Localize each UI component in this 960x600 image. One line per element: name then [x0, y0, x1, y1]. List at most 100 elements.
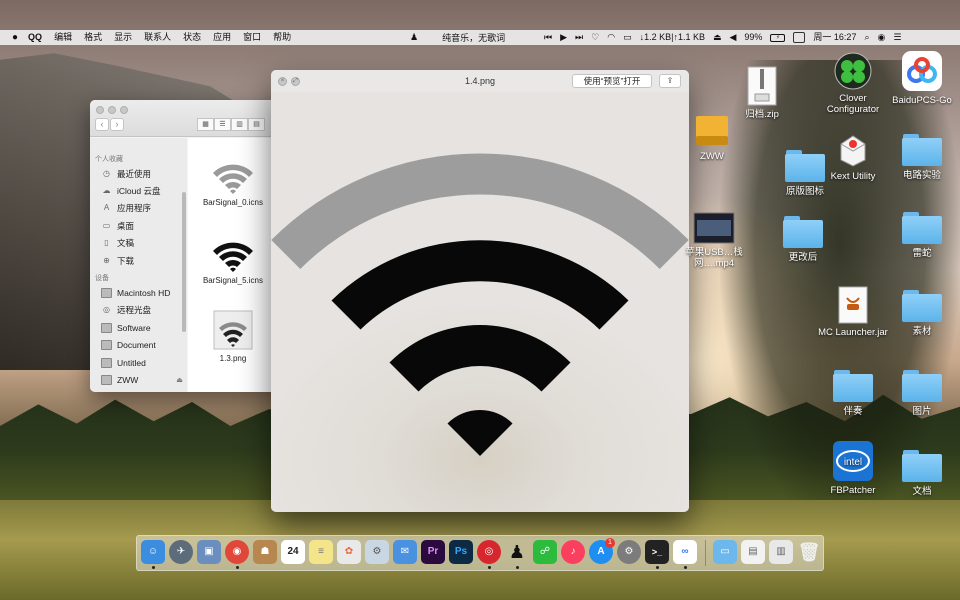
column-view-button[interactable]: ▥ — [231, 118, 248, 131]
desktop-icon-kext-utility[interactable]: Kext Utility — [815, 132, 891, 182]
screenshots-stack-icon[interactable]: ▥ — [769, 540, 793, 564]
disk-utility-icon[interactable]: ⚙ — [365, 540, 389, 564]
desktop-icon-clover-configurator[interactable]: Clover Configurator — [815, 52, 891, 115]
menu-window[interactable]: 窗口 — [237, 30, 267, 45]
cloud-icon: ☁ — [102, 186, 111, 196]
desktop-icon-folder-after-change[interactable]: 更改后 — [765, 216, 841, 263]
back-button[interactable]: ‹ — [95, 118, 109, 131]
desktop-icon-folder-razer[interactable]: 雷蛇 — [884, 212, 960, 259]
heart-icon[interactable]: ♡ — [587, 30, 603, 45]
file-item[interactable]: BarSignal_5.icns — [188, 238, 278, 285]
file-item[interactable]: 1.3.png — [188, 310, 278, 363]
list-view-button[interactable]: ☰ — [214, 118, 231, 131]
launchpad-icon[interactable]: ✈ — [169, 540, 193, 564]
sidebar-item-software[interactable]: Software — [90, 319, 187, 336]
devices-header: 设备 — [95, 275, 109, 283]
now-playing-text[interactable]: 纯音乐，无歌词 — [418, 31, 505, 44]
desktop-icon-archive-zip[interactable]: 归档.zip — [724, 66, 800, 120]
notes-icon[interactable]: ≡ — [309, 540, 333, 564]
eject-icon[interactable]: ⏏ — [709, 30, 726, 45]
sidebar-item-macintosh-hd[interactable]: Macintosh HD — [90, 284, 187, 301]
wifi-menu-icon[interactable]: ◠ — [603, 30, 619, 45]
sidebar-item-icloud[interactable]: ☁ iCloud 云盘 — [90, 182, 187, 199]
folder-stack-icon[interactable]: ▭ — [713, 540, 737, 564]
sidebar-item-remote-disc[interactable]: ◎ 远程光盘 — [90, 302, 187, 319]
icon-view-button[interactable]: ▦ — [197, 118, 214, 131]
qq-penguin-icon[interactable]: ♟ — [410, 32, 418, 43]
downloads-stack-icon[interactable]: ▤ — [741, 540, 765, 564]
open-with-preview-button[interactable]: 使用“预览”打开 — [572, 74, 652, 88]
desktop-icon-fbpatcher[interactable]: intel FBPatcher — [815, 440, 891, 496]
desktop-icon-folder-pictures[interactable]: 图片 — [884, 370, 960, 417]
terminal-icon[interactable]: >_ — [645, 540, 669, 564]
input-method-icon[interactable] — [789, 30, 809, 45]
volume-icon[interactable]: ◀ — [725, 30, 740, 45]
sidebar-item-documents[interactable]: ▯ 文稿 — [90, 235, 187, 252]
music-icon[interactable]: ♪ — [561, 540, 585, 564]
desktop-icon-zww-drive[interactable]: ZWW — [674, 114, 750, 162]
previous-track-icon[interactable]: ⏮ — [540, 30, 556, 45]
file-item[interactable]: BarSignal_0.icns — [188, 160, 278, 207]
photoshop-icon[interactable]: Ps — [449, 540, 473, 564]
siri-icon[interactable]: ◉ — [874, 30, 890, 45]
desktop-icon-baidupcs-go[interactable]: BaiduPCS-Go — [884, 50, 960, 106]
next-track-icon[interactable]: ⏭ — [571, 30, 587, 45]
desktop-icon-folder-accompaniment[interactable]: 伴奏 — [815, 370, 891, 417]
share-icon[interactable]: ⇪ — [659, 74, 681, 88]
close-icon[interactable]: × — [278, 77, 287, 86]
clock[interactable]: 周一 16:27 — [809, 30, 860, 45]
menu-edit[interactable]: 编辑 — [48, 30, 78, 45]
menu-format[interactable]: 格式 — [78, 30, 108, 45]
menu-status[interactable]: 状态 — [177, 30, 207, 45]
sidebar-scrollbar[interactable] — [182, 192, 186, 332]
mail-icon[interactable]: ✉ — [393, 540, 417, 564]
desktop-icon-label: 电路实验 — [902, 170, 941, 181]
gallery-view-button[interactable]: ▤ — [248, 118, 265, 131]
premiere-icon[interactable]: Pr — [421, 540, 445, 564]
menu-contacts[interactable]: 联系人 — [138, 30, 177, 45]
sidebar-item-applications[interactable]: A 应用程序 — [90, 200, 187, 217]
menu-view[interactable]: 显示 — [108, 30, 138, 45]
photos-icon[interactable]: ✿ — [337, 540, 361, 564]
battery-percent[interactable]: 99% — [740, 30, 766, 45]
fullscreen-icon[interactable]: ⤢ — [291, 77, 300, 86]
chrome-icon[interactable]: ◉ — [225, 540, 249, 564]
calendar-icon[interactable]: 24 — [281, 540, 305, 564]
desktop-icon-folder-materials[interactable]: 素材 — [884, 290, 960, 337]
finder-titlebar[interactable]: ‹ › ▦ ☰ ▥ ▤ — [90, 100, 290, 137]
menu-apps[interactable]: 应用 — [207, 30, 237, 45]
qq-icon[interactable]: ♟ — [505, 540, 529, 564]
wechat-icon[interactable]: ☍ — [533, 540, 557, 564]
baidu-netdisk-icon[interactable]: ∞ — [673, 540, 697, 564]
finder-zoom-button[interactable] — [120, 106, 128, 114]
desktop-icon-mc-launcher[interactable]: MC Launcher.jar — [815, 286, 891, 338]
search-icon[interactable]: ⌕ — [860, 30, 873, 45]
sidebar-item-untitled[interactable]: Untitled — [90, 354, 187, 371]
sidebar-item-downloads[interactable]: ⊕ 下载 — [90, 252, 187, 269]
finder-minimize-button[interactable] — [108, 106, 116, 114]
play-icon[interactable]: ▶ — [556, 30, 571, 45]
system-preferences-icon[interactable]: ⚙ — [617, 540, 641, 564]
finder-close-button[interactable] — [96, 106, 104, 114]
sidebar-item-document[interactable]: Document — [90, 337, 187, 354]
forward-button[interactable]: › — [110, 118, 124, 131]
desktop-icon-folder-documents[interactable]: 文档 — [884, 450, 960, 497]
apple-icon[interactable]: ● — [0, 32, 22, 43]
netease-music-icon[interactable]: ◎ — [477, 540, 501, 564]
sidecar-icon[interactable]: ▭ — [619, 30, 636, 45]
menu-app-name[interactable]: QQ — [22, 30, 48, 45]
eject-icon[interactable]: ⏏ — [176, 376, 183, 384]
desktop-icon-video-mp4[interactable]: 苹果USB…栈网….mp4 — [676, 212, 752, 269]
notification-center-icon[interactable]: ☰ — [889, 30, 905, 45]
sidebar-item-recents[interactable]: ◷ 最近使用 — [90, 165, 187, 182]
contacts-icon[interactable]: ☗ — [253, 540, 277, 564]
sidebar-item-desktop[interactable]: ▭ 桌面 — [90, 217, 187, 234]
sidebar-item-zww[interactable]: ZWW ⏏ — [90, 371, 187, 388]
finder-icon[interactable]: ☺ — [141, 540, 165, 564]
network-speed[interactable]: ↓1.2 KB|↑1.1 KB — [636, 30, 709, 45]
trash-icon[interactable]: 🗑 — [797, 540, 821, 564]
battery-icon[interactable]: ⚡ — [766, 30, 789, 45]
desktop-icon-folder-circuit-lab[interactable]: 电路实验 — [884, 134, 960, 181]
preview-app-icon[interactable]: ▣ — [197, 540, 221, 564]
menu-help[interactable]: 帮助 — [267, 30, 297, 45]
